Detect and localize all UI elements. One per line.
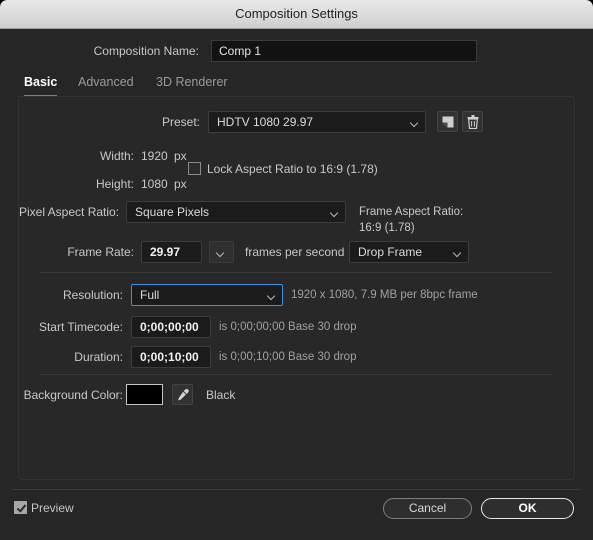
start-timecode-input[interactable]: 0;00;00;00 — [131, 316, 211, 338]
lock-aspect-label: Lock Aspect Ratio to 16:9 (1.78) — [207, 162, 378, 176]
resolution-value: Full — [140, 288, 160, 302]
resolution-label: Resolution: — [62, 288, 123, 302]
width-label: Width: — [99, 149, 134, 163]
tab-advanced[interactable]: Advanced — [78, 71, 134, 97]
frame-rate-input[interactable]: 29.97 — [141, 241, 202, 263]
tab-3d-renderer[interactable]: 3D Renderer — [156, 71, 228, 97]
width-value[interactable]: 1920 — [141, 145, 168, 167]
frame-rate-label: Frame Rate: — [67, 245, 134, 259]
width-unit: px — [174, 149, 187, 163]
duration-input[interactable]: 0;00;10;00 — [131, 346, 211, 368]
height-value[interactable]: 1080 — [141, 173, 168, 195]
drop-frame-value: Drop Frame — [358, 245, 423, 259]
height-unit: px — [174, 177, 187, 191]
ok-button[interactable]: OK — [481, 498, 574, 519]
composition-name-label: Composition Name: — [93, 44, 199, 58]
composition-name-row: Composition Name: — [0, 40, 593, 62]
resolution-info: 1920 x 1080, 7.9 MB per 8bpc frame — [291, 289, 478, 301]
preset-label: Preset: — [161, 115, 200, 129]
preset-select[interactable]: HDTV 1080 29.97 — [208, 111, 426, 133]
dialog-title: Composition Settings — [235, 6, 358, 21]
composition-settings-dialog: Composition Settings Composition Name: B… — [0, 0, 593, 540]
start-timecode-label: Start Timecode: — [38, 320, 123, 334]
preset-value: HDTV 1080 29.97 — [217, 115, 314, 129]
frame-aspect-ratio-value: 16:9 (1.78) — [359, 222, 415, 234]
preview-label: Preview — [31, 501, 74, 515]
pixel-aspect-ratio-select[interactable]: Square Pixels — [126, 201, 346, 223]
background-color-name: Black — [206, 388, 236, 402]
composition-name-input[interactable] — [211, 40, 477, 62]
footer-divider — [12, 489, 581, 490]
lock-aspect-checkbox[interactable] — [188, 162, 201, 175]
height-label: Height: — [95, 177, 134, 191]
chevron-down-icon — [268, 293, 275, 297]
cancel-button[interactable]: Cancel — [383, 498, 472, 519]
tab-basic[interactable]: Basic — [24, 71, 58, 97]
chevron-down-icon — [217, 250, 224, 254]
frame-rate-dropdown-button[interactable] — [209, 241, 234, 263]
save-preset-button[interactable] — [437, 111, 458, 132]
resolution-select[interactable]: Full — [131, 284, 283, 306]
save-preset-icon — [442, 116, 453, 127]
background-color-label: Background Color: — [23, 388, 123, 402]
frames-per-second-label: frames per second — [245, 245, 345, 259]
pixel-aspect-ratio-value: Square Pixels — [135, 205, 210, 219]
section-divider-2 — [39, 374, 552, 375]
tab-strip: Basic Advanced 3D Renderer — [18, 71, 575, 97]
basic-tab-panel: Preset: HDTV 1080 29.97 Width: 1920 px L… — [18, 96, 575, 480]
start-timecode-info: is 0;00;00;00 Base 30 drop — [219, 321, 357, 333]
delete-preset-button[interactable] — [462, 111, 483, 132]
chevron-down-icon — [331, 210, 338, 214]
trash-icon — [467, 114, 478, 129]
background-color-swatch[interactable] — [126, 384, 163, 405]
pixel-aspect-ratio-label: Pixel Aspect Ratio: — [19, 205, 120, 219]
dialog-titlebar: Composition Settings — [0, 0, 593, 29]
duration-info: is 0;00;10;00 Base 30 drop — [219, 351, 357, 363]
chevron-down-icon — [411, 120, 418, 124]
section-divider-1 — [39, 272, 552, 273]
drop-frame-select[interactable]: Drop Frame — [349, 241, 469, 263]
eyedropper-button[interactable] — [172, 384, 193, 405]
chevron-down-icon — [454, 250, 461, 254]
eyedropper-icon — [177, 388, 189, 400]
preview-checkbox[interactable] — [14, 501, 27, 514]
duration-label: Duration: — [74, 350, 123, 364]
